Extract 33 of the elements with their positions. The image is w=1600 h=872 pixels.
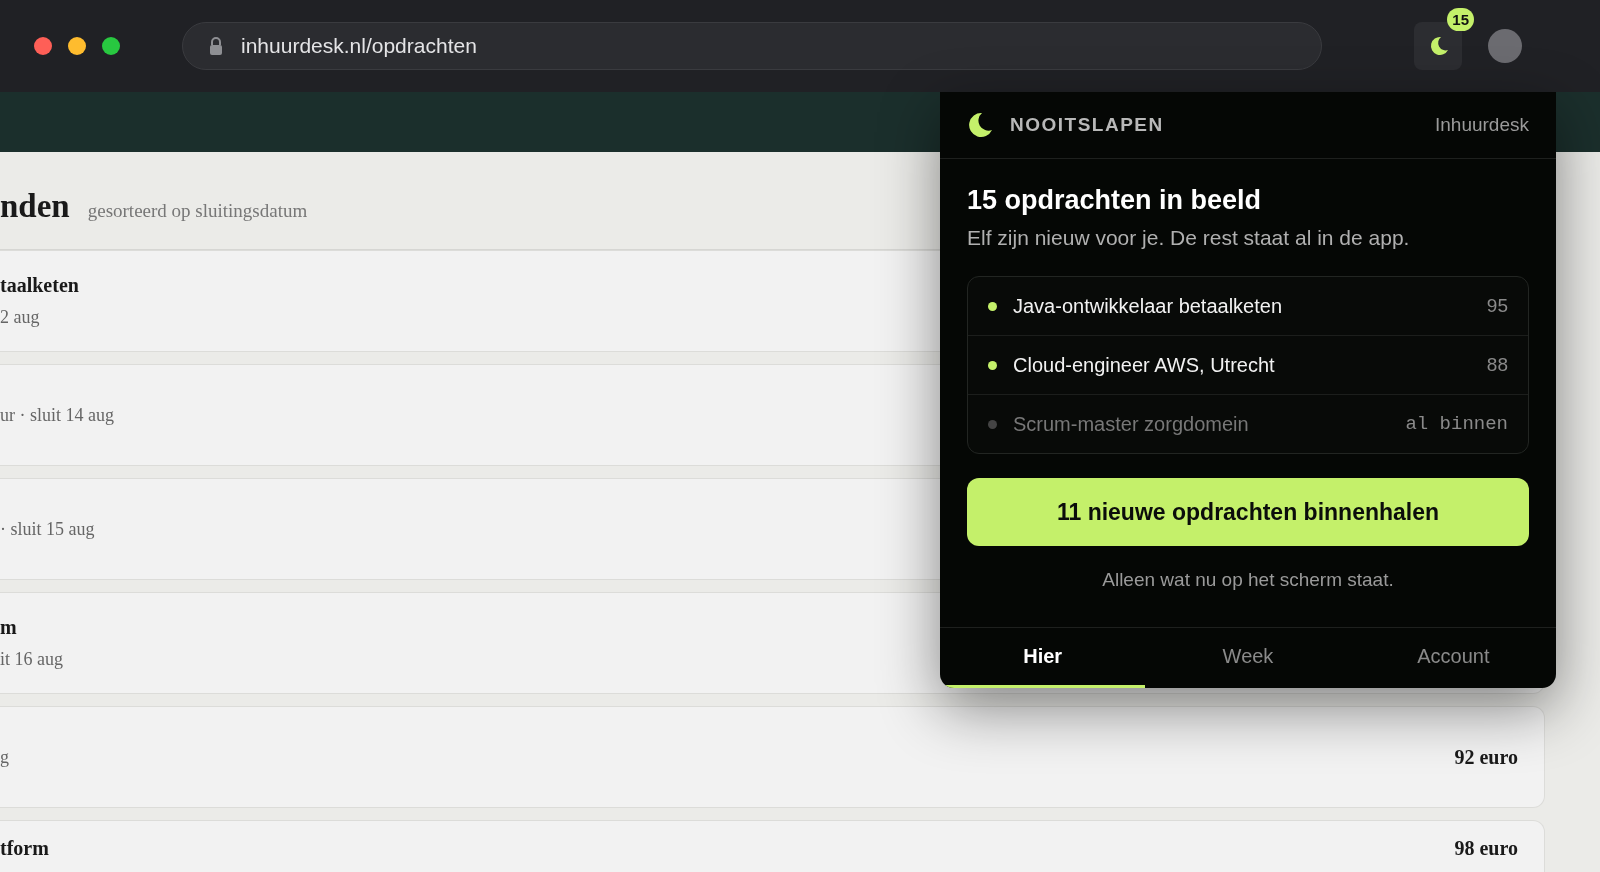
close-button[interactable] [34,37,52,55]
tab[interactable]: Week [1145,628,1351,688]
maximize-button[interactable] [102,37,120,55]
assignment-meta: al binnen [1405,413,1508,435]
avatar[interactable] [1488,29,1522,63]
listing-price: 92 euro [1454,745,1518,769]
listing-title: m [0,616,18,639]
listing-meta: · sluit 15 aug [0,518,95,540]
popup-title: 15 opdrachten in beeld [967,185,1263,216]
page-subheading: gesorteerd op sluitingsdatum [87,200,308,222]
listing-meta: it 16 aug [0,649,63,670]
fetch-button[interactable]: 11 nieuwe opdrachten binnenhalen [967,478,1529,546]
count-badge: 15 [1447,8,1474,31]
page-heading: nden [0,188,70,225]
site-name: Inhuurdesk [1435,114,1529,136]
assignment-meta: 95 [1486,295,1508,317]
listing-price: 98 euro [1454,837,1518,860]
listing-title: tform [0,837,49,860]
moon-icon [966,111,994,139]
listing-meta: g [0,746,9,768]
assignment-title[interactable]: Scrum-master zorgdomein [1013,412,1249,436]
lock-icon [209,37,223,55]
listing-title: taalketen [0,274,79,297]
minimize-button[interactable] [68,37,86,55]
assignment-title[interactable]: Java-ontwikkelaar betaalketen [1013,294,1283,318]
listing-card[interactable]: g 92 euro [0,706,1545,808]
popup-subtitle: Elf zijn nieuw voor je. De rest staat al in de app. [967,226,1411,250]
listing-card[interactable]: tform 98 euro [0,820,1545,872]
listing-meta: ur · sluit 14 aug [0,404,114,426]
listing-meta: 2 aug [0,307,41,328]
address-bar[interactable]: inhuurdesk.nl/opdrachten [182,22,1322,70]
tab[interactable]: Hier [940,628,1146,688]
brand-name: NOOITSLAPEN [1010,114,1164,136]
